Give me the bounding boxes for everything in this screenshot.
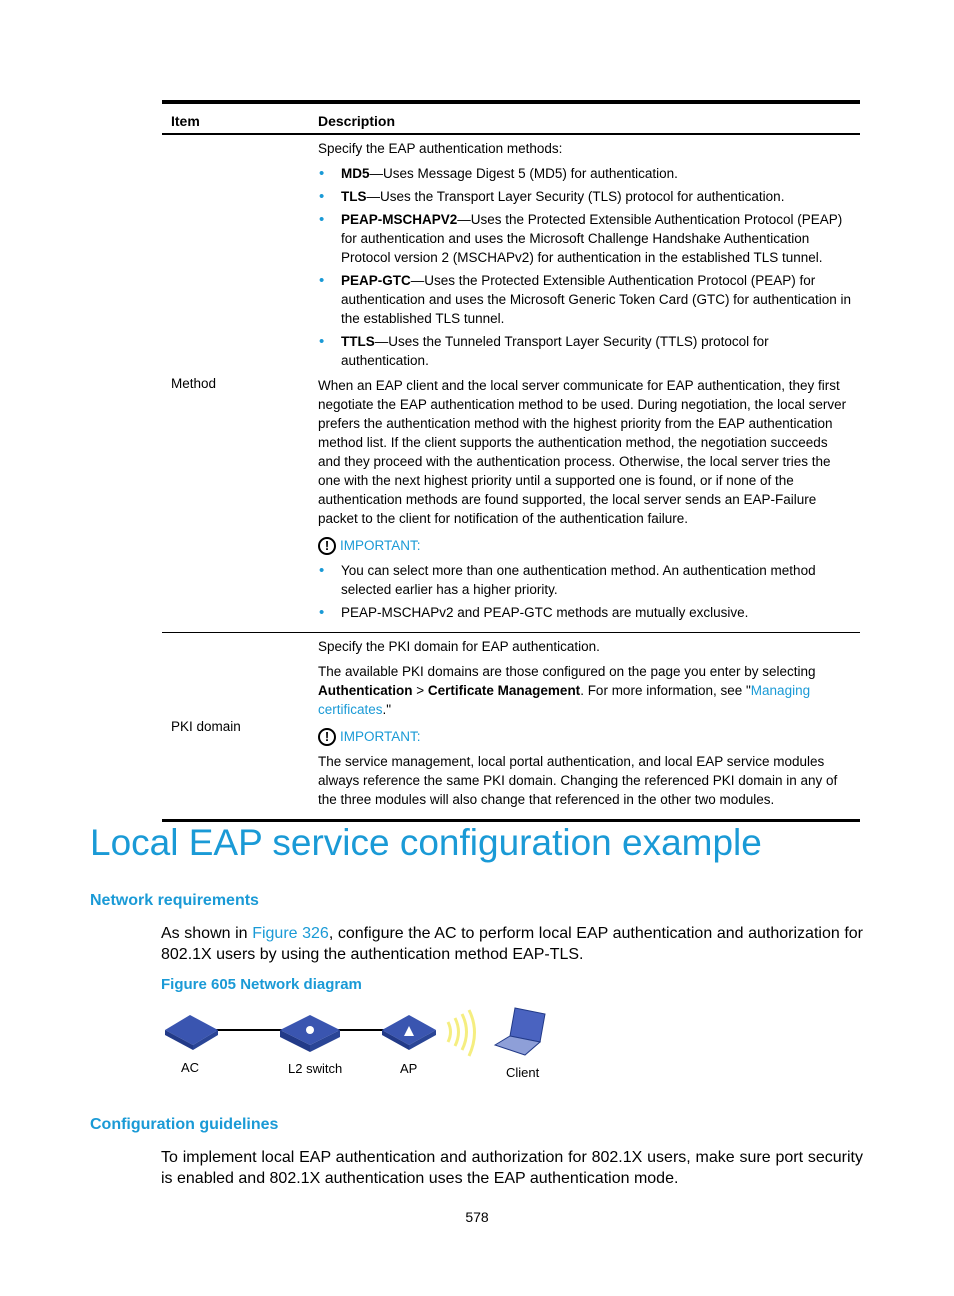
list-item: TLS—Uses the Transport Layer Security (T… [319,187,852,206]
pki-intro: Specify the PKI domain for EAP authentic… [318,639,600,654]
list-item: PEAP-GTC—Uses the Protected Extensible A… [319,271,852,328]
parameter-table: Item Description Method Specify the EAP … [162,100,860,822]
heading-network-requirements: Network requirements [90,892,259,909]
list-item: MD5—Uses Message Digest 5 (MD5) for auth… [319,164,852,183]
pki-important-text: The service management, local portal aut… [318,754,838,807]
description-pki: Specify the PKI domain for EAP authentic… [309,632,860,822]
list-item: PEAP-MSCHAPV2—Uses the Protected Extensi… [319,210,852,267]
important-note: ! IMPORTANT: [318,536,852,555]
exclamation-icon: ! [318,727,336,746]
ac-icon [165,1015,218,1050]
label-ac: AC [181,1060,200,1075]
method-intro: Specify the EAP authentication methods: [318,141,563,156]
switch-icon [280,1015,340,1052]
label-switch: L2 switch [288,1061,343,1076]
important-note: ! IMPORTANT: [318,727,852,746]
list-item: You can select more than one authenticat… [319,561,852,599]
item-pki: PKI domain [162,632,309,822]
label-ap: AP [400,1061,418,1076]
label-client: Client [506,1065,540,1080]
figure-caption: Figure 605 Network diagram [161,976,362,993]
list-item: PEAP-MSCHAPv2 and PEAP-GTC methods are m… [319,603,852,622]
network-requirements-text: As shown in Figure 326, configure the AC… [161,925,864,963]
description-method: Specify the EAP authentication methods: … [309,134,860,633]
list-item: TTLS—Uses the Tunneled Transport Layer S… [319,332,852,370]
network-diagram: AC L2 switch AP Client [160,1000,560,1095]
figure-326-link[interactable]: Figure 326 [252,925,329,942]
wireless-signal-icon [446,1009,476,1057]
client-laptop-icon [493,1007,546,1056]
method-list: MD5—Uses Message Digest 5 (MD5) for auth… [318,164,852,370]
heading-configuration-guidelines: Configuration guidelines [90,1116,279,1133]
page-number: 578 [465,1209,489,1225]
ap-icon [382,1015,436,1050]
table-row-method: Method Specify the EAP authentication me… [162,134,860,633]
item-method: Method [171,376,217,391]
pki-paragraph: The available PKI domains are those conf… [318,664,816,717]
exclamation-icon: ! [318,536,336,555]
table-row-pki: PKI domain Specify the PKI domain for EA… [162,632,860,822]
diagram-svg [165,1007,546,1057]
method-paragraph: When an EAP client and the local server … [318,378,847,526]
header-item: Item [162,100,309,135]
header-description: Description [309,100,860,135]
section-title: Local EAP service configuration example [90,822,762,863]
configuration-guidelines-text: To implement local EAP authentication an… [161,1149,863,1187]
important-list: You can select more than one authenticat… [318,561,852,622]
document-page: Item Description Method Specify the EAP … [0,0,954,1296]
